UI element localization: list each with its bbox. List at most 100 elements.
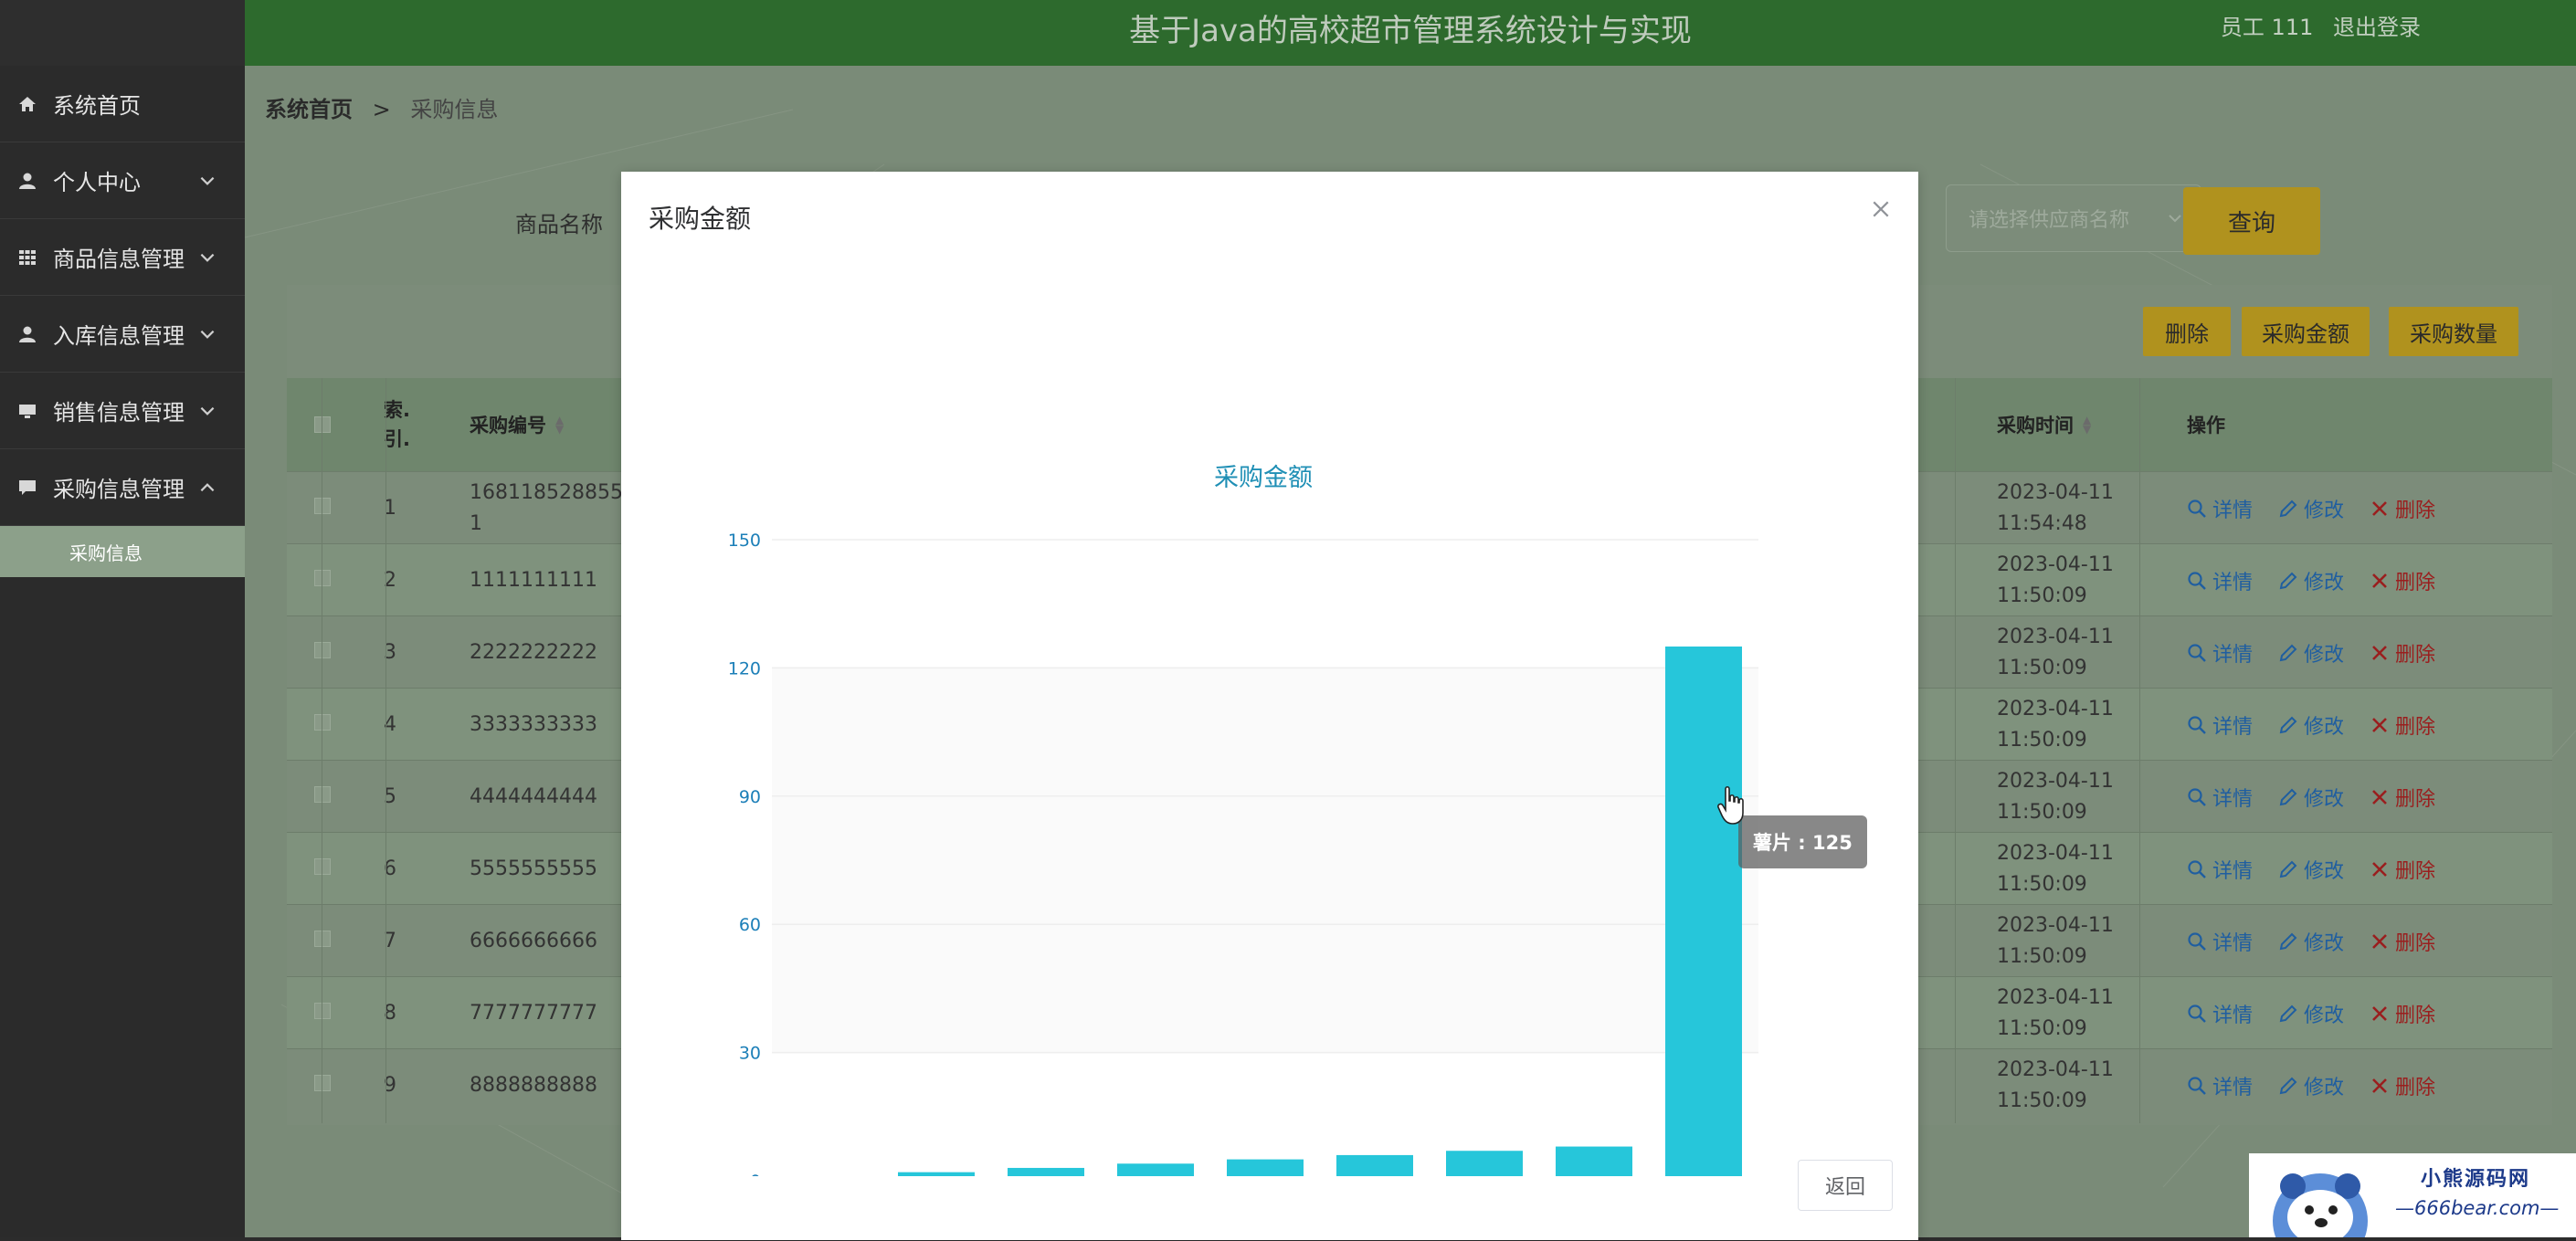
detail-button[interactable]: 详情 [2187,855,2253,884]
y-tick-label: 30 [739,1044,761,1064]
breadcrumb-current: 采购信息 [410,97,499,122]
delete-row-button[interactable]: 删除 [2370,999,2435,1028]
row-operations: 详情 修改 删除 [2187,833,2461,905]
delete-button[interactable]: 删除 [2143,307,2231,356]
bar[interactable] [1117,1163,1194,1176]
bar[interactable] [1008,1167,1084,1176]
delete-label: 删除 [2395,787,2436,811]
purchase-quantity-button[interactable]: 采购数量 [2389,307,2518,356]
close-icon [2372,933,2387,949]
breadcrumb-home[interactable]: 系统首页 [265,97,353,122]
row-checkbox[interactable] [314,642,331,658]
delete-row-button[interactable]: 删除 [2370,927,2435,956]
sort-icon[interactable]: ▲ ▼ [555,415,566,435]
detail-button[interactable]: 详情 [2187,783,2253,812]
detail-button[interactable]: 详情 [2187,638,2253,668]
bar[interactable] [1336,1154,1413,1176]
row-checkbox[interactable] [314,1075,331,1091]
row-purchase-code: 1681185288551 [470,480,623,535]
edit-button[interactable]: 修改 [2278,638,2344,668]
bar[interactable] [1446,1151,1523,1176]
detail-button[interactable]: 详情 [2187,494,2253,523]
watermark-url: —666bear.com— [2395,1197,2560,1219]
chevron-down-icon [200,330,215,339]
edit-button[interactable]: 修改 [2278,783,2344,812]
sort-icon[interactable]: ▲ ▼ [2083,415,2094,435]
delete-row-button[interactable]: 删除 [2370,855,2435,884]
close-icon [2372,500,2387,516]
close-icon[interactable] [1871,199,1891,219]
header-time[interactable]: 采购时间 ▲ ▼ [1997,378,2094,471]
delete-row-button[interactable]: 删除 [2370,710,2435,740]
edit-icon [2279,572,2297,589]
chevron-down-icon [200,176,215,185]
edit-button[interactable]: 修改 [2278,710,2344,740]
bar[interactable] [1665,647,1742,1176]
sidebar-item-home[interactable]: 系统首页 [0,66,245,142]
row-purchase-time: 2023-04-11 11:50:09 [1997,769,2114,824]
row-purchase-code: 5555555555 [470,857,597,880]
grid-icon [15,245,40,270]
edit-label: 修改 [2304,787,2345,811]
back-button[interactable]: 返回 [1798,1160,1893,1211]
select-all-checkbox[interactable] [314,378,331,471]
row-checkbox[interactable] [314,931,331,947]
sidebar-item-stock-in-management[interactable]: 入库信息管理 [0,296,245,373]
delete-row-button[interactable]: 删除 [2370,638,2435,668]
supplier-select-placeholder: 请选择供应商名称 [1969,209,2130,232]
product-name-label: 商品名称 [515,212,603,237]
edit-label: 修改 [2304,859,2345,883]
row-purchase-time: 2023-04-11 11:50:09 [1997,552,2114,607]
delete-label: 删除 [2395,931,2436,955]
edit-button[interactable]: 修改 [2278,855,2344,884]
edit-button[interactable]: 修改 [2278,927,2344,956]
delete-row-button[interactable]: 删除 [2370,494,2435,523]
user-name: 员工 111 [2220,15,2314,40]
delete-row-button[interactable]: 删除 [2370,566,2435,595]
edit-button[interactable]: 修改 [2278,566,2344,595]
sidebar-item-purchase-management[interactable]: 采购信息管理 [0,449,245,526]
edit-icon [2279,1077,2297,1094]
row-checkbox[interactable] [314,498,331,514]
bar[interactable] [898,1172,975,1176]
detail-button[interactable]: 详情 [2187,999,2253,1028]
sidebar-subitem-purchase-info[interactable]: 采购信息 [0,526,245,577]
row-checkbox[interactable] [314,1003,331,1019]
query-button[interactable]: 查询 [2183,187,2320,255]
header-code[interactable]: 采购编号 ▲ ▼ [470,378,566,471]
chart-y-axis: 0 30 60 90 120 150 [728,531,761,1176]
close-icon [2372,717,2387,732]
logout-link[interactable]: 退出登录 [2333,15,2421,40]
purchase-amount-button[interactable]: 采购金额 [2242,307,2370,356]
detail-button[interactable]: 详情 [2187,1071,2253,1100]
sidebar-item-product-management[interactable]: 商品信息管理 [0,219,245,296]
supplier-select[interactable]: 请选择供应商名称 [1946,184,2201,252]
edit-button[interactable]: 修改 [2278,494,2344,523]
close-icon [2372,573,2387,588]
edit-icon [2279,860,2297,878]
detail-button[interactable]: 详情 [2187,927,2253,956]
detail-button[interactable]: 详情 [2187,710,2253,740]
row-checkbox[interactable] [314,570,331,586]
sidebar-item-personal-center[interactable]: 个人中心 [0,142,245,219]
row-checkbox[interactable] [314,714,331,731]
header-ops: 操作 [2187,415,2225,436]
bar[interactable] [1227,1159,1304,1176]
row-operations: 详情 修改 删除 [2187,689,2461,761]
bar[interactable] [1556,1146,1632,1176]
sidebar-item-sales-management[interactable]: 销售信息管理 [0,373,245,449]
delete-row-button[interactable]: 删除 [2370,1071,2435,1100]
detail-label: 详情 [2212,571,2254,594]
detail-button[interactable]: 详情 [2187,566,2253,595]
edit-label: 修改 [2304,1076,2345,1099]
edit-button[interactable]: 修改 [2278,999,2344,1028]
delete-row-button[interactable]: 删除 [2370,783,2435,812]
close-icon [2372,861,2387,877]
edit-label: 修改 [2304,931,2345,955]
edit-icon [2279,644,2297,661]
row-checkbox[interactable] [314,858,331,875]
row-operations: 详情 修改 删除 [2187,544,2461,616]
edit-button[interactable]: 修改 [2278,1071,2344,1100]
row-checkbox[interactable] [314,786,331,803]
sidebar-item-label: 销售信息管理 [53,400,185,426]
